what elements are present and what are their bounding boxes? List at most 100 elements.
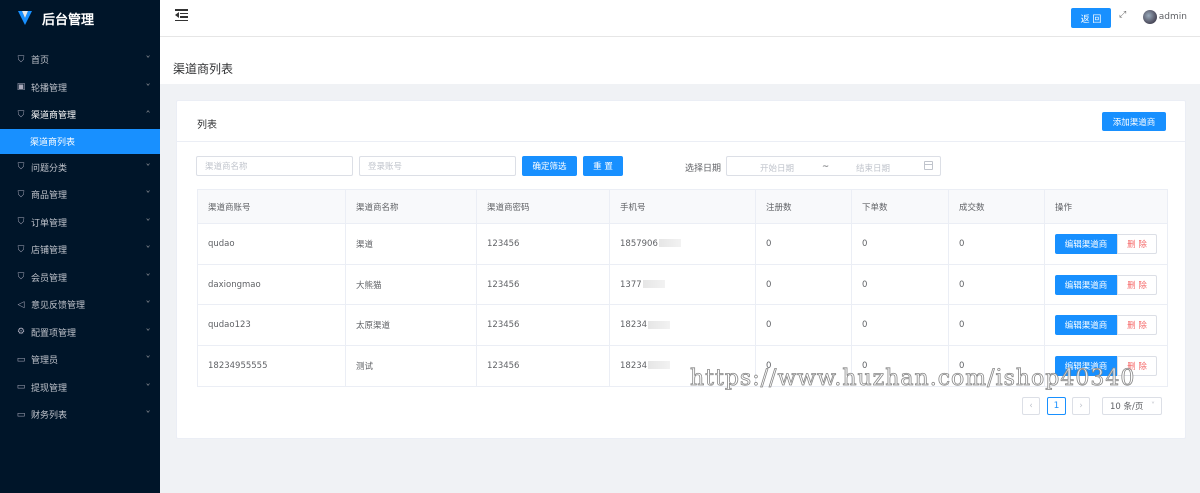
table-cell-password: 123456 — [476, 263, 610, 306]
username[interactable]: admin — [1159, 12, 1187, 22]
edit-channel-button[interactable]: 编辑渠道商 — [1055, 315, 1117, 336]
sidebar-item-label: 意见反馈管理 — [31, 301, 86, 312]
table-header-cell: 渠道商名称 — [345, 189, 477, 224]
sidebar-item[interactable]: ▭ 管理员 ˅ — [0, 346, 160, 374]
sidebar-item-label: 首页 — [31, 56, 50, 67]
sidebar-item[interactable]: ▭ 财务列表 ˅ — [0, 401, 160, 429]
prev-page-button[interactable]: ‹ — [1022, 397, 1040, 415]
person-icon: ⛉ — [17, 272, 25, 283]
table-cell-password: 123456 — [476, 304, 610, 347]
chevron-down-icon: ˅ — [145, 410, 151, 420]
sidebar-item[interactable]: ⛉ 首页 ˅ — [0, 46, 160, 74]
table-header-cell: 下单数 — [851, 189, 949, 224]
person-icon: ⛉ — [17, 189, 25, 200]
next-page-button[interactable]: › — [1072, 397, 1090, 415]
megaphone-icon: ◁ — [17, 299, 25, 310]
avatar[interactable] — [1143, 10, 1157, 24]
sidebar-item[interactable]: ⛉ 订单管理 ˅ — [0, 209, 160, 237]
table-cell-name: 渠道 — [345, 223, 477, 265]
chevron-down-icon: ˅ — [145, 272, 151, 282]
sidebar-item-label: 管理员 — [31, 356, 59, 367]
table-cell-registered: 0 — [755, 223, 852, 265]
cell-text: 1857906 — [620, 238, 658, 249]
chevron-up-icon: ˄ — [145, 110, 151, 120]
login-account-placeholder: 登录账号 — [368, 162, 403, 172]
date-label: 选择日期 — [685, 164, 722, 174]
cell-text: daxiongmao — [208, 279, 261, 290]
start-date-placeholder[interactable]: 开始日期 — [760, 162, 794, 174]
table-cell-deals: 0 — [948, 304, 1045, 347]
end-date-placeholder[interactable]: 结束日期 — [856, 162, 890, 174]
back-button[interactable]: 返 回 — [1071, 8, 1111, 28]
table-header-cell: 成交数 — [948, 189, 1045, 224]
person-icon: ⛉ — [17, 109, 25, 120]
delete-button[interactable]: 删 除 — [1117, 315, 1157, 336]
table-cell-phone: 1857906 — [609, 223, 756, 265]
cell-text: 0 — [766, 279, 772, 290]
cell-text: 太原渠道 — [356, 321, 391, 332]
sidebar-subitem-active[interactable]: 渠道商列表 — [0, 128, 160, 154]
table-cell-orders: 0 — [851, 304, 949, 347]
folder-icon: ▭ — [16, 354, 26, 365]
fullscreen-icon[interactable]: ⤢ — [1119, 11, 1128, 20]
delete-button[interactable]: 删 除 — [1117, 274, 1157, 295]
range-separator: ~ — [822, 162, 830, 172]
cell-text: 123456 — [487, 360, 520, 371]
date-range-picker[interactable]: 开始日期 ~ 结束日期 — [726, 156, 941, 176]
table-cell-phone: 18234 — [609, 304, 756, 347]
sidebar-item[interactable]: ▭ 提现管理 ˅ — [0, 374, 160, 402]
chevron-down-icon: ˅ — [145, 162, 151, 172]
sidebar-item[interactable]: ⛉ 店铺管理 ˅ — [0, 236, 160, 264]
collapse-menu-icon[interactable] — [175, 9, 188, 21]
calendar-icon — [924, 161, 933, 170]
sidebar-item[interactable]: ▣ 轮播管理 ˅ — [0, 74, 160, 102]
login-account-input[interactable]: 登录账号 — [359, 156, 516, 176]
sidebar-item-label: 会员管理 — [31, 273, 68, 284]
chevron-down-icon: ˅ — [145, 245, 151, 255]
sidebar: 后台管理 ⛉ 首页 ˅ ▣ 轮播管理 ˅ ⛉ 渠道商管理 ˄ 渠道商列表 ⛉ 问题分类 ˅ ⛉ 商品管理 ˅ ⛉… — [0, 0, 160, 493]
table-cell-name: 大熊猫 — [345, 263, 477, 306]
chevron-down-icon: ˅ — [145, 217, 151, 227]
edit-channel-button[interactable]: 编辑渠道商 — [1055, 233, 1117, 254]
confirm-filter-button[interactable]: 确定筛选 — [522, 156, 577, 176]
reset-button[interactable]: 重 置 — [583, 156, 623, 176]
app-title: 后台管理 — [42, 12, 95, 28]
table-cell-registered: 0 — [755, 304, 852, 347]
add-channel-button[interactable]: 添加渠道商 — [1102, 112, 1166, 131]
table-cell-orders: 0 — [851, 223, 949, 265]
cell-text: 0 — [766, 320, 772, 331]
phone-redaction — [648, 320, 671, 329]
logo-area[interactable]: 后台管理 — [0, 0, 160, 36]
folder-icon: ▭ — [16, 409, 26, 420]
image-icon: ▣ — [16, 82, 26, 93]
table-header-row: 渠道商账号 渠道商名称 渠道商密码 手机号 注册数 下单数 成交数 操作 — [197, 189, 1168, 224]
delete-button[interactable]: 删 除 — [1117, 233, 1157, 254]
sidebar-item[interactable]: ⛉ 会员管理 ˅ — [0, 264, 160, 292]
sidebar-item[interactable]: ⚙ 配置项管理 ˅ — [0, 319, 160, 347]
cell-text: 18234 — [620, 320, 648, 331]
sidebar-item[interactable]: ⛉ 问题分类 ˅ — [0, 154, 160, 182]
watermark-text: https://www.huzhan.com/ishop40340 — [690, 366, 1136, 392]
table-cell-password: 123456 — [476, 345, 610, 387]
person-icon: ⛉ — [17, 244, 25, 255]
page-number-current[interactable]: 1 — [1047, 397, 1066, 415]
sidebar-item-label: 商品管理 — [31, 191, 68, 202]
page-size-select[interactable]: 10 条/页 ˅ — [1102, 397, 1162, 415]
sidebar-item[interactable]: ⛉ 商品管理 ˅ — [0, 181, 160, 209]
table-row: daxiongmao 大熊猫 123456 1377 0 0 0 编辑渠道商删 除 — [197, 263, 1168, 306]
cell-text: qudao — [208, 238, 235, 249]
sidebar-item[interactable]: ◁ 意见反馈管理 ˅ — [0, 291, 160, 319]
phone-redaction — [658, 239, 681, 248]
cell-text: 测试 — [356, 361, 374, 372]
top-header: 返 回 ⤢ admin — [160, 0, 1200, 37]
cell-text: 渠道 — [356, 239, 374, 250]
table-header-cell: 注册数 — [755, 189, 852, 224]
chevron-down-icon: ˅ — [145, 300, 151, 310]
channel-name-input[interactable]: 渠道商名称 — [196, 156, 353, 176]
edit-channel-button[interactable]: 编辑渠道商 — [1055, 274, 1117, 295]
sidebar-item[interactable]: ⛉ 渠道商管理 ˄ — [0, 101, 160, 129]
page-title-bar: 渠道商列表 — [160, 37, 1200, 84]
cell-text: 0 — [766, 238, 772, 249]
sidebar-item-label: 店铺管理 — [31, 246, 68, 257]
phone-redaction — [648, 361, 671, 370]
